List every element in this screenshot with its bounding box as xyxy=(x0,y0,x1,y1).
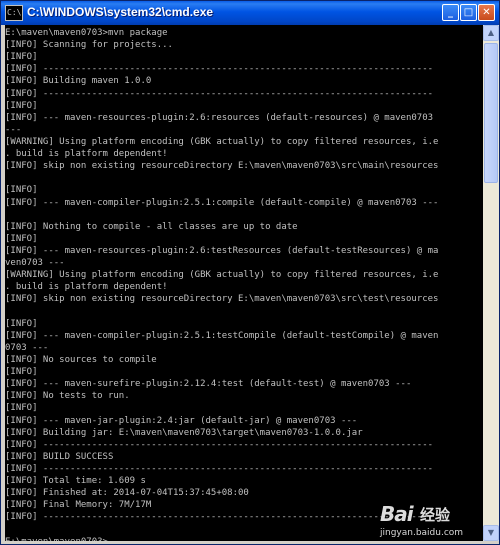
console-line: [INFO] ---------------------------------… xyxy=(5,88,434,99)
console-line: 0703 --- xyxy=(5,342,49,353)
console-line: [INFO] Building maven 1.0.0 xyxy=(5,76,152,87)
console-line: [INFO] xyxy=(5,318,38,329)
console-output[interactable]: E:\maven\maven0703>mvn package [INFO] Sca… xyxy=(5,25,483,541)
title-bar[interactable]: C:\ C:\WINDOWS\system32\cmd.exe _ □ ✕ xyxy=(1,1,499,25)
console-line: . build is platform dependent! xyxy=(5,149,168,160)
console-line: [INFO] No tests to run. xyxy=(5,391,130,402)
console-line: [INFO] ---------------------------------… xyxy=(5,64,434,75)
window-title: C:\WINDOWS\system32\cmd.exe xyxy=(27,5,214,19)
console-line: [INFO] Building jar: E:\maven\maven0703\… xyxy=(5,427,363,438)
console-line: [INFO] xyxy=(5,233,38,244)
console-line: . build is platform dependent! xyxy=(5,282,168,293)
console-line: [INFO] xyxy=(5,367,38,378)
cmd-window: C:\ C:\WINDOWS\system32\cmd.exe _ □ ✕ E:… xyxy=(0,0,500,545)
console-line: [INFO] xyxy=(5,185,38,196)
console-line: [INFO] No sources to compile xyxy=(5,354,157,365)
console-line: [INFO] ---------------------------------… xyxy=(5,463,434,474)
console-text: E:\maven\maven0703>mvn package [INFO] Sca… xyxy=(5,27,483,541)
console-line: [INFO] --- maven-compiler-plugin:2.5.1:t… xyxy=(5,330,439,341)
scroll-up-arrow-icon[interactable]: ▲ xyxy=(483,25,499,41)
baidu-jingyan-watermark: Bai 经验 jingyan.baidu.com xyxy=(380,500,496,542)
console-line: [INFO] xyxy=(5,52,38,63)
console-line: [INFO] Total time: 1.609 s xyxy=(5,476,146,487)
baidu-logo: Bai xyxy=(380,502,414,526)
console-line: [WARNING] Using platform encoding (GBK a… xyxy=(5,136,439,147)
console-line: ven0703 --- xyxy=(5,258,65,269)
console-line: [INFO] --- maven-resources-plugin:2.6:re… xyxy=(5,112,434,123)
watermark-url: jingyan.baidu.com xyxy=(380,528,464,538)
console-line: E:\maven\maven0703>mvn package xyxy=(5,28,168,38)
console-line: [INFO] Nothing to compile - all classes … xyxy=(5,221,298,232)
console-line: [INFO] BUILD SUCCESS xyxy=(5,451,114,462)
console-line: [INFO] xyxy=(5,100,38,111)
console-line: [INFO] skip non existing resourceDirecto… xyxy=(5,161,439,172)
console-line: [INFO] Finished at: 2014-07-04T15:37:45+… xyxy=(5,488,249,499)
console-line: [INFO] ---------------------------------… xyxy=(5,439,434,450)
cmd-app-icon[interactable]: C:\ xyxy=(5,5,23,21)
close-button[interactable]: ✕ xyxy=(478,4,495,21)
console-line: [INFO] --- maven-compiler-plugin:2.5.1:c… xyxy=(5,197,439,208)
watermark-brand: 经验 xyxy=(420,506,451,524)
console-line: [INFO] --- maven-surefire-plugin:2.12.4:… xyxy=(5,379,412,390)
vertical-scrollbar[interactable]: ▲ ▼ xyxy=(483,25,499,541)
console-line: [INFO] xyxy=(5,403,38,414)
console-line: [INFO] --- maven-resources-plugin:2.6:te… xyxy=(5,245,439,256)
console-line: [INFO] Scanning for projects... xyxy=(5,40,173,51)
maximize-button[interactable]: □ xyxy=(460,4,477,21)
console-line: [WARNING] Using platform encoding (GBK a… xyxy=(5,270,439,281)
console-line: --- xyxy=(5,124,22,135)
console-line: [INFO] --- maven-jar-plugin:2.4:jar (def… xyxy=(5,415,358,426)
console-line: [INFO] skip non existing resourceDirecto… xyxy=(5,294,439,305)
minimize-button[interactable]: _ xyxy=(442,4,459,21)
scrollbar-thumb[interactable] xyxy=(484,43,498,183)
